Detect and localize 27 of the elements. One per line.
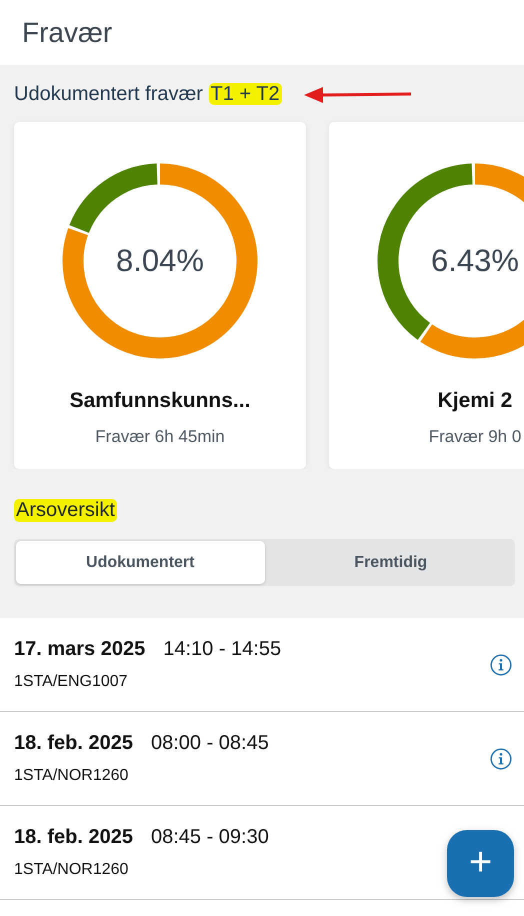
subject-name: Samfunnskunns... [70, 389, 250, 413]
subject-card[interactable]: 6.43% Kjemi 2 Fravær 9h 0 [329, 122, 524, 469]
info-icon[interactable] [490, 748, 512, 770]
absence-row[interactable]: 17. mars 2025 14:10 - 14:55 1STA/ENG1007 [0, 618, 524, 712]
info-icon[interactable] [490, 654, 512, 676]
absence-date: 18. feb. 2025 [14, 826, 133, 849]
absence-time: 08:45 - 09:30 [150, 826, 269, 849]
course-code: 1STA/NOR1260 [14, 861, 130, 879]
page-title: Fravær [22, 16, 112, 48]
add-button[interactable]: + [447, 830, 514, 897]
absence-time: 14:10 - 14:55 [163, 638, 282, 661]
percent-value: 6.43% [431, 243, 519, 279]
absence-row[interactable]: 18. feb. 2025 08:00 - 08:45 1STA/NOR1260 [0, 712, 524, 806]
tab[interactable]: Fremtidig [266, 539, 515, 586]
absence-duration: Fravær 9h 0 [428, 427, 522, 447]
section-heading: Udokumentert fravær T1 + T2 [14, 83, 282, 106]
absence-duration: Fravær 6h 45min [95, 427, 225, 447]
absence-date: 18. feb. 2025 [14, 732, 133, 755]
subject-card[interactable]: 8.04% Samfunnskunns... Fravær 6h 45min [14, 122, 306, 469]
absence-date: 17. mars 2025 [14, 638, 146, 661]
absence-time: 08:00 - 08:45 [150, 732, 269, 755]
course-code: 1STA/ENG1007 [14, 673, 129, 691]
overview-heading: Arsoversikt [14, 499, 117, 522]
tab[interactable]: Udokumentert [16, 541, 264, 584]
subject-name: Kjemi 2 [438, 389, 512, 413]
course-code: 1STA/NOR1260 [14, 767, 130, 785]
percent-value: 8.04% [116, 243, 204, 279]
